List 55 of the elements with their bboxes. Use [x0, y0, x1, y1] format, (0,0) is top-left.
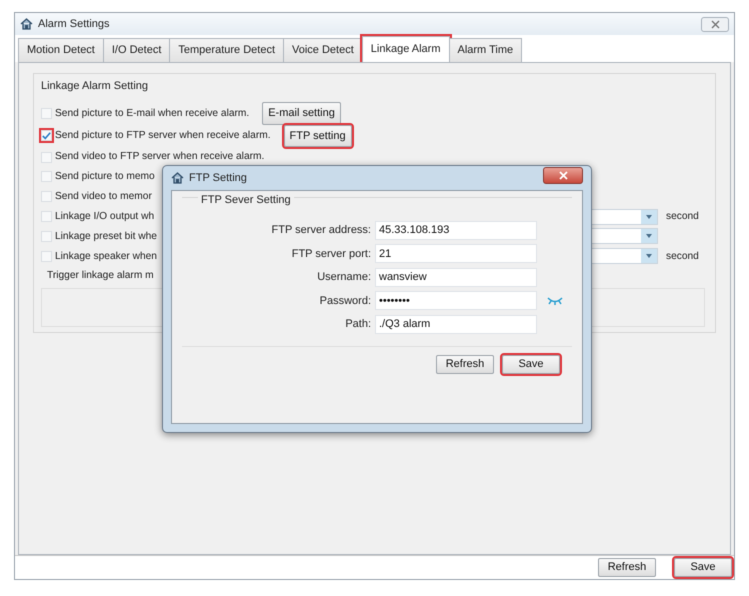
- unit-label: second: [665, 210, 700, 224]
- footer-button[interactable]: Refresh: [598, 558, 656, 577]
- checkbox[interactable]: [41, 211, 52, 222]
- checkbox[interactable]: [41, 152, 52, 163]
- caret-icon: [646, 254, 652, 258]
- checkbox[interactable]: [41, 230, 52, 242]
- option-label: Send video to FTP server when receive alarm.: [55, 150, 264, 164]
- window-title: Alarm Settings: [38, 16, 110, 32]
- input-field[interactable]: 45.33.108.193: [375, 220, 537, 240]
- input-field[interactable]: 21: [375, 244, 537, 264]
- dialog-button[interactable]: Refresh: [436, 355, 494, 374]
- checkbox[interactable]: [41, 191, 52, 202]
- unit-label: second: [665, 250, 700, 264]
- checkbox[interactable]: [41, 171, 52, 182]
- group-title: FTP Sever Setting: [198, 194, 294, 206]
- field-label: FTP server address:: [270, 223, 372, 238]
- option-label: Send video to memor: [55, 190, 152, 204]
- option-label: Linkage I/O output wh: [55, 210, 154, 224]
- caret-icon: [646, 214, 652, 219]
- checkbox[interactable]: [41, 130, 52, 142]
- tab[interactable]: Alarm Time: [448, 38, 522, 62]
- field-label: Username:: [316, 270, 372, 285]
- option-label: Send picture to FTP server when receive alarm.: [55, 129, 271, 144]
- caret-icon: [646, 234, 652, 238]
- checkbox[interactable]: [41, 250, 52, 262]
- eye-icon[interactable]: [547, 296, 563, 305]
- input-field[interactable]: wansview: [375, 268, 537, 287]
- option-label: Linkage preset bit whe: [55, 230, 157, 244]
- input-field[interactable]: ./Q3 alarm: [375, 314, 537, 334]
- option-label: Linkage speaker when: [55, 250, 157, 264]
- tab[interactable]: Voice Detect: [283, 38, 363, 62]
- footer-button[interactable]: Save: [674, 558, 732, 577]
- option-label: Send picture to memo: [55, 170, 155, 184]
- option-label: Send picture to E-mail when receive alarm.: [55, 106, 250, 121]
- dialog-button[interactable]: Save: [502, 355, 560, 374]
- field-label: FTP server port:: [290, 246, 372, 262]
- close-button[interactable]: [543, 166, 583, 184]
- tab[interactable]: Linkage Alarm: [362, 36, 450, 62]
- house-icon: [20, 18, 33, 30]
- checkbox[interactable]: [41, 108, 52, 119]
- tab[interactable]: I/O Detect: [102, 38, 170, 62]
- close-icon: [558, 170, 568, 180]
- tab[interactable]: Temperature Detect: [169, 38, 284, 62]
- tab[interactable]: Motion Detect: [18, 38, 104, 62]
- settings-button[interactable]: FTP setting: [284, 124, 352, 148]
- trigger-label: Trigger linkage alarm m: [47, 269, 154, 284]
- input-field[interactable]: ••••••••: [375, 291, 537, 310]
- group-title: Linkage Alarm Setting: [41, 78, 150, 94]
- field-label: Path:: [344, 317, 372, 332]
- close-icon: [710, 20, 720, 28]
- close-button[interactable]: [701, 16, 729, 32]
- house-icon: [171, 172, 184, 184]
- settings-button[interactable]: E-mail setting: [262, 102, 341, 125]
- field-label: Password:: [318, 294, 372, 308]
- dialog-title: FTP Setting: [189, 170, 247, 186]
